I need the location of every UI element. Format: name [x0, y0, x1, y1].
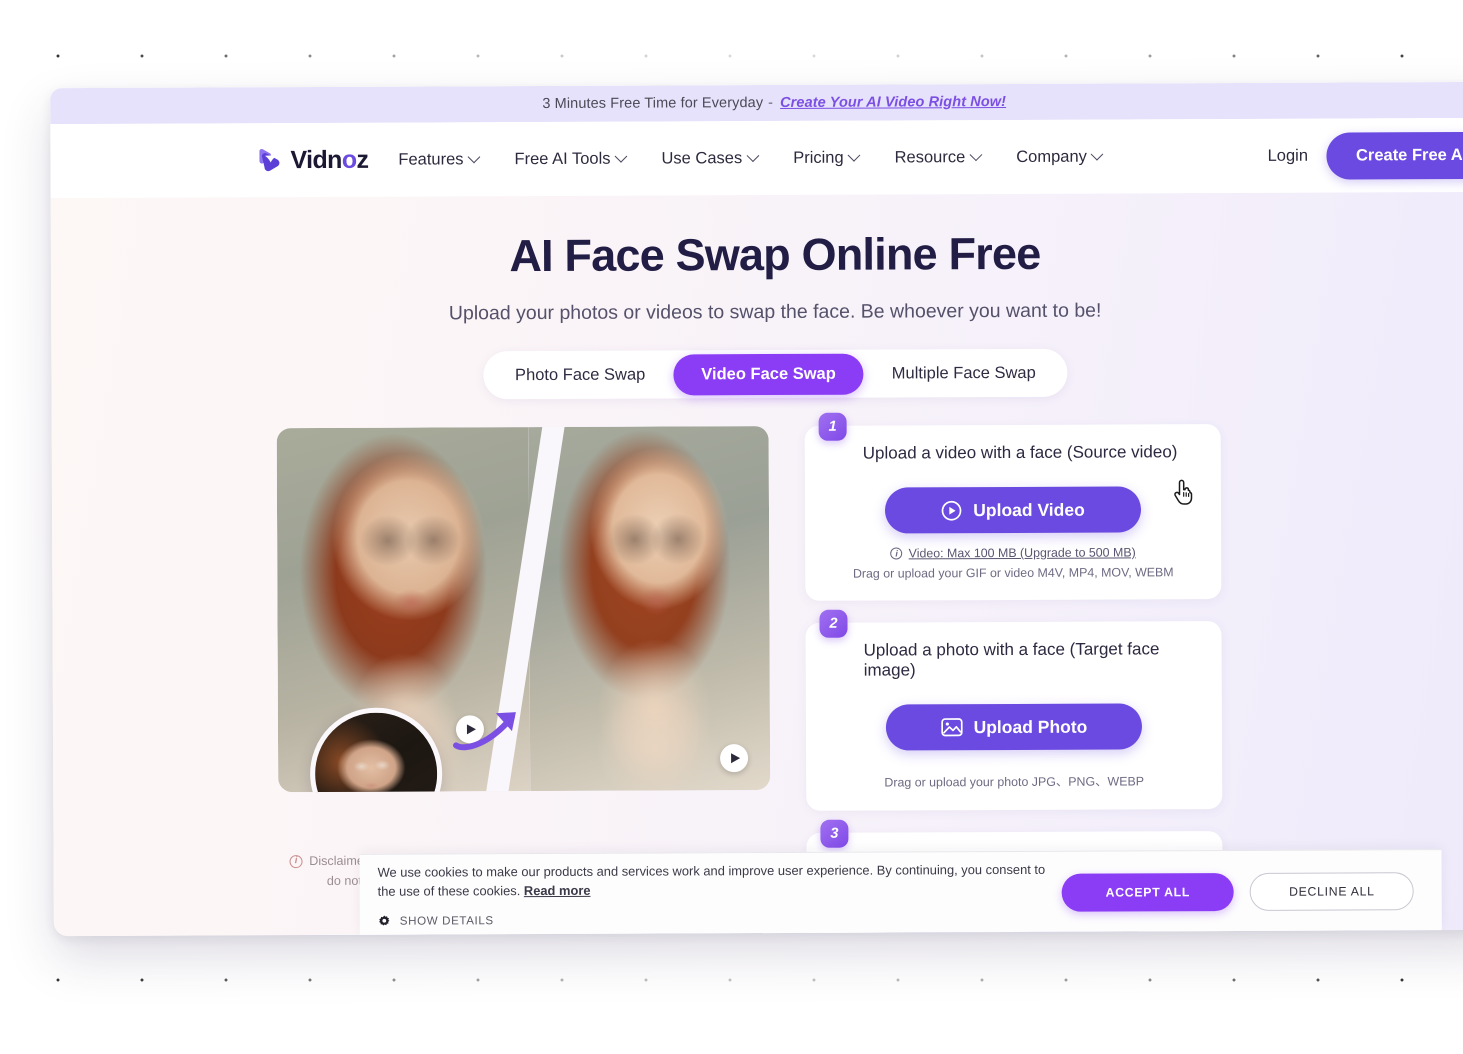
- chevron-down-icon: [969, 147, 983, 161]
- browser-window: 3 Minutes Free Time for Everyday - Creat…: [50, 81, 1463, 937]
- promo-text: 3 Minutes Free Time for Everyday: [542, 95, 764, 113]
- chevron-down-icon: [467, 150, 481, 163]
- chevron-down-icon: [1090, 147, 1104, 161]
- step-number-badge: 1: [818, 412, 847, 441]
- step-number-badge: 2: [819, 609, 848, 638]
- upload-photo-button[interactable]: Upload Photo: [885, 703, 1143, 751]
- page-title: AI Face Swap Online Free: [509, 227, 1041, 282]
- nav-label: Pricing: [793, 148, 844, 167]
- chevron-down-icon: [847, 148, 861, 162]
- cookie-message: We use cookies to make our products and …: [378, 859, 1062, 901]
- nav-label: Use Cases: [661, 148, 743, 167]
- nav-item-pricing[interactable]: Pricing: [793, 148, 861, 167]
- upload-video-button[interactable]: Upload Video: [884, 486, 1142, 534]
- nav-links: Features Free AI Tools Use Cases Pricing…: [398, 147, 1104, 169]
- nav-label: Resource: [894, 147, 966, 166]
- step-title: Upload a photo with a face (Target face …: [863, 639, 1160, 680]
- play-circle-icon: [941, 500, 962, 521]
- photo-format-hint: Drag or upload your photo JPG、PNG、WEBP: [884, 774, 1145, 790]
- video-size-limit-link[interactable]: Video: Max 100 MB (Upgrade to 500 MB): [909, 545, 1136, 560]
- chevron-down-icon: [614, 149, 628, 163]
- tab-photo-face-swap[interactable]: Photo Face Swap: [487, 354, 673, 396]
- login-link[interactable]: Login: [1268, 146, 1308, 165]
- nav-item-company[interactable]: Company: [1016, 147, 1104, 166]
- cookie-actions: ACCEPT ALL DECLINE ALL: [1061, 871, 1414, 912]
- tab-video-face-swap[interactable]: Video Face Swap: [673, 353, 864, 395]
- chevron-down-icon: [746, 148, 760, 162]
- cookie-text-column: We use cookies to make our products and …: [378, 859, 1062, 928]
- image-icon: [940, 718, 963, 737]
- cookie-consent-banner: We use cookies to make our products and …: [359, 849, 1442, 936]
- upload-photo-label: Upload Photo: [973, 716, 1088, 737]
- nav-item-use-cases[interactable]: Use Cases: [661, 148, 760, 168]
- nav-item-resource[interactable]: Resource: [894, 147, 983, 167]
- info-circle-icon: i: [289, 855, 303, 869]
- preview-after-video[interactable]: [528, 426, 771, 792]
- promo-dash: -: [768, 95, 774, 112]
- before-after-preview[interactable]: [276, 426, 771, 793]
- show-details-label: SHOW DETAILS: [399, 914, 494, 929]
- play-circle-icon[interactable]: [720, 744, 749, 773]
- cookie-read-more-link[interactable]: Read more: [524, 883, 591, 898]
- nav-right-actions: Login Create Free AI Video: [1267, 118, 1463, 193]
- accept-all-button[interactable]: ACCEPT ALL: [1061, 872, 1235, 912]
- gear-icon: [379, 915, 390, 926]
- play-circle-icon[interactable]: [455, 715, 485, 744]
- upload-video-label: Upload Video: [973, 499, 1085, 520]
- vidnoz-v-logo-icon: [259, 148, 280, 172]
- cookie-message-text: We use cookies to make our products and …: [377, 861, 1046, 899]
- after-portrait-image: [528, 426, 771, 792]
- video-size-limit-line: i Video: Max 100 MB (Upgrade to 500 MB): [829, 545, 1197, 561]
- video-format-hint: Drag or upload your GIF or video M4V, MP…: [852, 565, 1174, 581]
- step-title: Upload a video with a face (Source video…: [862, 442, 1178, 463]
- step-number-badge: 3: [820, 819, 849, 848]
- step-card-upload-photo: 2 Upload a photo with a face (Target fac…: [805, 609, 1223, 811]
- show-details-toggle[interactable]: SHOW DETAILS: [378, 912, 1062, 928]
- decline-all-button[interactable]: DECLINE ALL: [1249, 871, 1414, 911]
- nav-item-free-ai-tools[interactable]: Free AI Tools: [514, 149, 628, 168]
- main-navigation-bar: Vidnoz Features Free AI Tools Use Cases …: [50, 117, 1463, 199]
- create-free-ai-video-button[interactable]: Create Free AI Video: [1325, 131, 1463, 180]
- step-card-upload-video: 1 Upload a video with a face (Source vid…: [804, 412, 1222, 601]
- nav-label: Company: [1016, 147, 1087, 166]
- nav-label: Features: [398, 149, 464, 169]
- promo-banner: 3 Minutes Free Time for Everyday - Creat…: [50, 81, 1463, 125]
- nav-label: Free AI Tools: [514, 149, 611, 168]
- vidnoz-logo[interactable]: Vidnoz: [255, 145, 368, 175]
- logo-wordmark: Vidnoz: [290, 145, 369, 174]
- source-face-thumbnail[interactable]: [309, 707, 443, 793]
- face-swap-mode-tabs: Photo Face Swap Video Face Swap Multiple…: [483, 348, 1068, 400]
- info-circle-icon: i: [890, 547, 903, 560]
- hero-section: AI Face Swap Online Free Upload your pho…: [50, 191, 1463, 937]
- page-subtitle: Upload your photos or videos to swap the…: [448, 299, 1102, 325]
- nav-item-features[interactable]: Features: [398, 149, 481, 169]
- tab-multiple-face-swap[interactable]: Multiple Face Swap: [864, 352, 1064, 394]
- promo-cta-link[interactable]: Create Your AI Video Right Now!: [780, 94, 1006, 111]
